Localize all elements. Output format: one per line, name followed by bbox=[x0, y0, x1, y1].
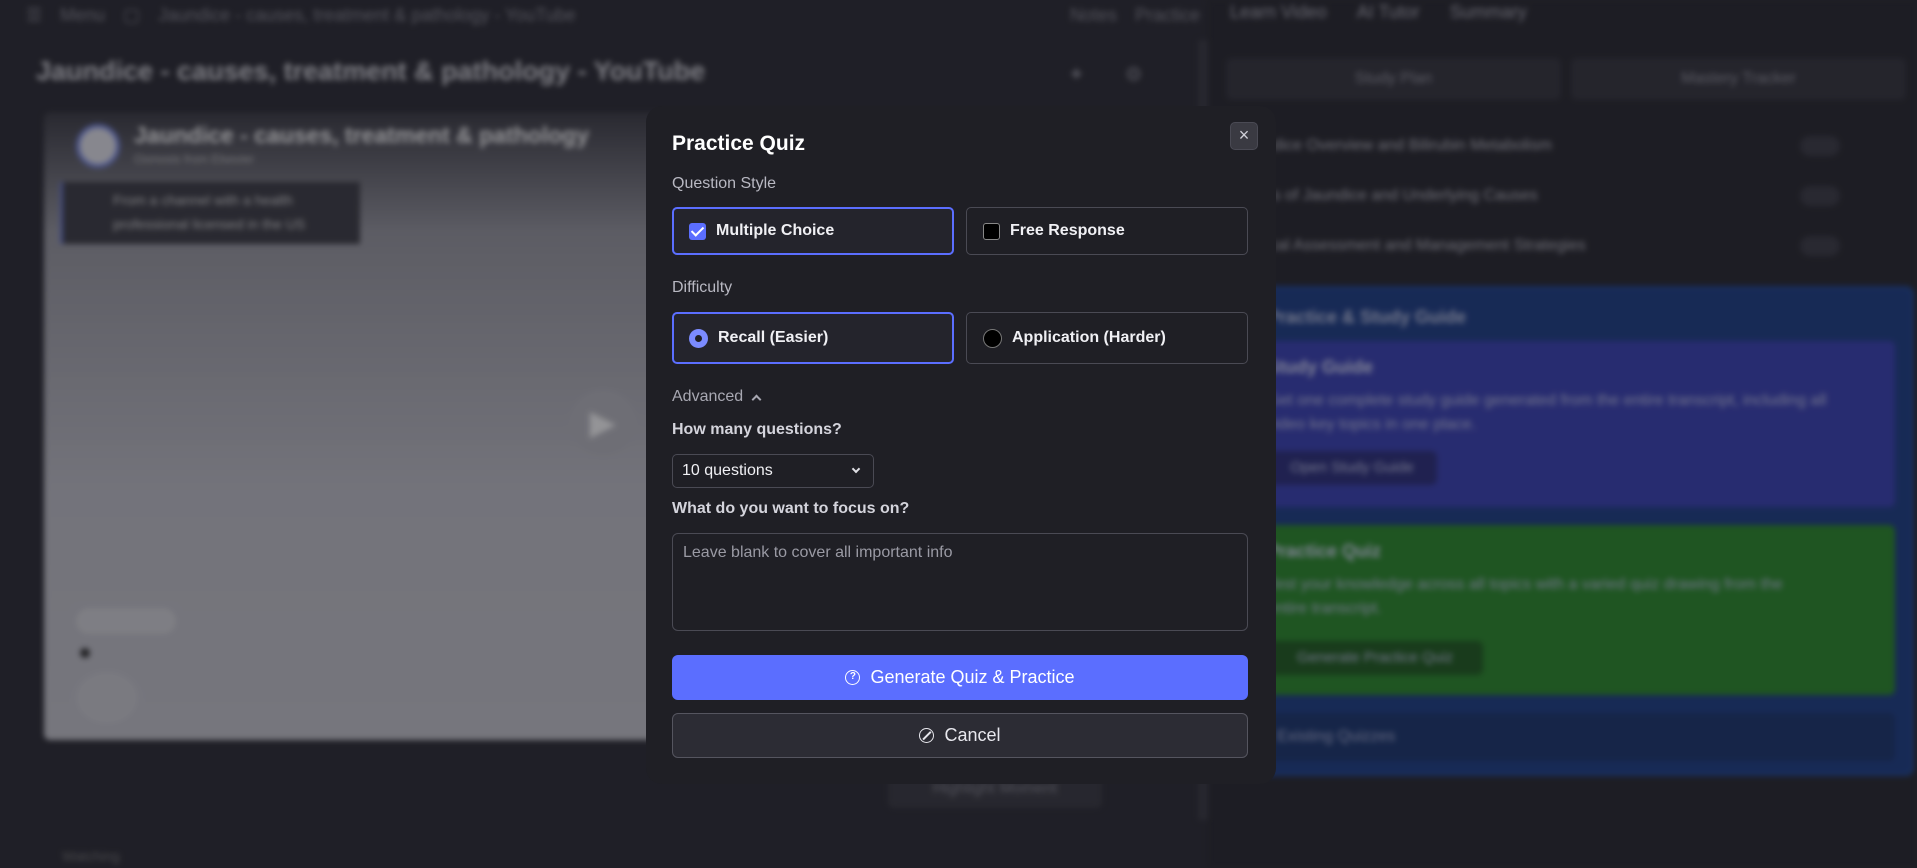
question-count-value: 10 questions bbox=[682, 462, 773, 479]
generate-quiz-button[interactable]: ? Generate Quiz & Practice bbox=[672, 655, 1248, 700]
modal-title: Practice Quiz bbox=[672, 132, 806, 155]
option-label: Multiple Choice bbox=[716, 222, 835, 239]
generate-label: Generate Quiz & Practice bbox=[870, 667, 1075, 687]
cancel-button[interactable]: Cancel bbox=[672, 713, 1248, 758]
question-count-select[interactable]: 10 questions bbox=[672, 454, 874, 488]
chevron-down-icon bbox=[851, 464, 861, 474]
radio-unselected-icon bbox=[983, 328, 1002, 348]
question-count-label: How many questions? bbox=[672, 421, 842, 438]
option-recall-easier[interactable]: Recall (Easier) bbox=[672, 312, 954, 364]
practice-quiz-modal: Practice Quiz × Question Style Multiple … bbox=[646, 106, 1276, 784]
option-free-response[interactable]: Free Response bbox=[966, 207, 1248, 255]
advanced-label: Advanced bbox=[672, 388, 744, 405]
option-application-harder[interactable]: Application (Harder) bbox=[966, 312, 1248, 364]
focus-label: What do you want to focus on? bbox=[672, 500, 910, 517]
option-label: Free Response bbox=[1010, 222, 1125, 239]
question-style-label: Question Style bbox=[672, 175, 777, 192]
cancel-icon bbox=[919, 728, 935, 743]
radio-selected-icon bbox=[689, 328, 708, 348]
difficulty-label: Difficulty bbox=[672, 279, 733, 296]
close-icon[interactable]: × bbox=[1230, 122, 1258, 150]
option-multiple-choice[interactable]: Multiple Choice bbox=[672, 207, 954, 255]
question-circle-icon: ? bbox=[845, 670, 861, 685]
checkbox-unchecked-icon bbox=[983, 222, 1000, 240]
cancel-label: Cancel bbox=[944, 725, 1001, 745]
chevron-up-icon bbox=[751, 394, 762, 404]
advanced-toggle[interactable]: Advanced bbox=[672, 388, 762, 406]
option-label: Application (Harder) bbox=[1012, 329, 1166, 346]
focus-input[interactable] bbox=[672, 533, 1248, 631]
option-label: Recall (Easier) bbox=[718, 329, 829, 346]
checkbox-checked-icon bbox=[689, 222, 706, 240]
